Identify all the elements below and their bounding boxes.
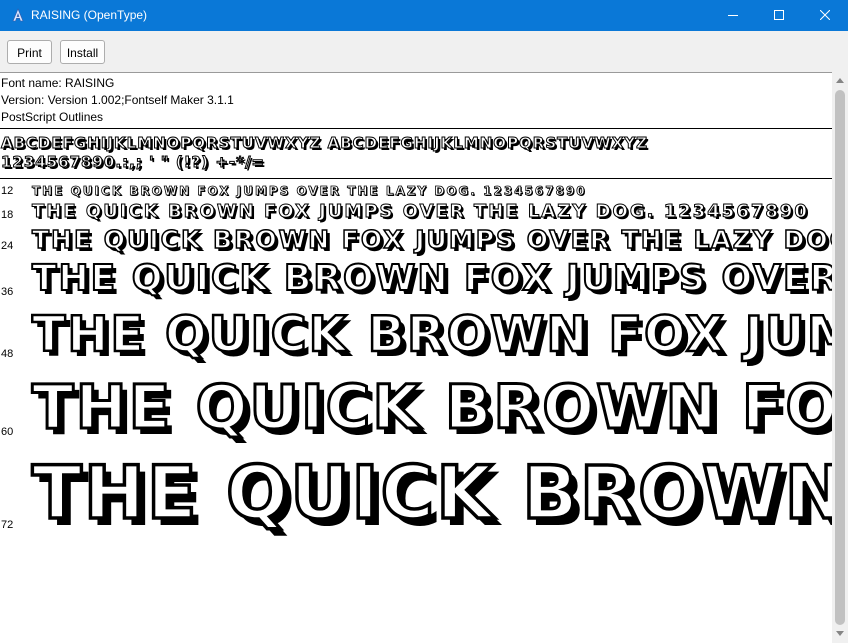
scroll-down-arrow-icon[interactable] xyxy=(836,631,844,636)
scroll-thumb[interactable] xyxy=(835,90,845,625)
sample-text-12: THE QUICK BROWN FOX JUMPS OVER THE LAZY … xyxy=(32,184,587,199)
divider xyxy=(0,178,832,179)
vertical-scrollbar[interactable] xyxy=(832,72,848,643)
sample-text-48: THE QUICK BROWN FOX JUMPS OVER THE LAZY … xyxy=(31,305,832,365)
size-label-60: 60 xyxy=(1,426,14,438)
sample-text-72: THE QUICK BROWN FOX JUMPS OVER THE LAZY … xyxy=(30,449,832,538)
maximize-button[interactable] xyxy=(756,0,802,31)
charset-digits-symbols: 1234567890.:,; ' " (!?) +-*/= xyxy=(1,153,265,172)
maximize-icon xyxy=(774,10,784,20)
window-title: RAISING (OpenType) xyxy=(31,8,148,22)
font-outline-type-text: PostScript Outlines xyxy=(1,110,104,124)
install-button[interactable]: Install xyxy=(60,40,105,64)
sample-text-18: THE QUICK BROWN FOX JUMPS OVER THE LAZY … xyxy=(32,201,809,223)
scroll-up-arrow-icon[interactable] xyxy=(836,78,844,83)
size-label-12: 12 xyxy=(1,185,14,197)
sample-text-24: THE QUICK BROWN FOX JUMPS OVER THE LAZY … xyxy=(31,224,832,255)
sample-text-60: THE QUICK BROWN FOX JUMPS OVER THE LAZY … xyxy=(30,371,832,445)
font-name-text: Font name: RAISING xyxy=(1,76,115,90)
minimize-icon xyxy=(728,15,738,16)
close-icon xyxy=(820,10,830,20)
size-label-36: 36 xyxy=(1,286,14,298)
sample-text-36: THE QUICK BROWN FOX JUMPS OVER THE LAZY … xyxy=(31,257,832,300)
size-label-72: 72 xyxy=(1,519,14,531)
toolbar: Print Install xyxy=(0,31,848,72)
size-label-18: 18 xyxy=(1,209,14,221)
size-label-48: 48 xyxy=(1,348,14,360)
font-preview-pane: Font name: RAISING Version: Version 1.00… xyxy=(0,72,832,643)
divider xyxy=(0,128,832,129)
font-version-text: Version: Version 1.002;Fontself Maker 3.… xyxy=(1,93,234,107)
close-button[interactable] xyxy=(802,0,848,31)
minimize-button[interactable] xyxy=(710,0,756,31)
size-label-24: 24 xyxy=(1,240,14,252)
charset-letters: ABCDEFGHIJKLMNOPQRSTUVWXYZ ABCDEFGHIJKLM… xyxy=(0,134,649,153)
title-bar: RAISING (OpenType) xyxy=(0,0,848,31)
font-app-icon xyxy=(12,8,24,22)
print-button[interactable]: Print xyxy=(7,40,52,64)
